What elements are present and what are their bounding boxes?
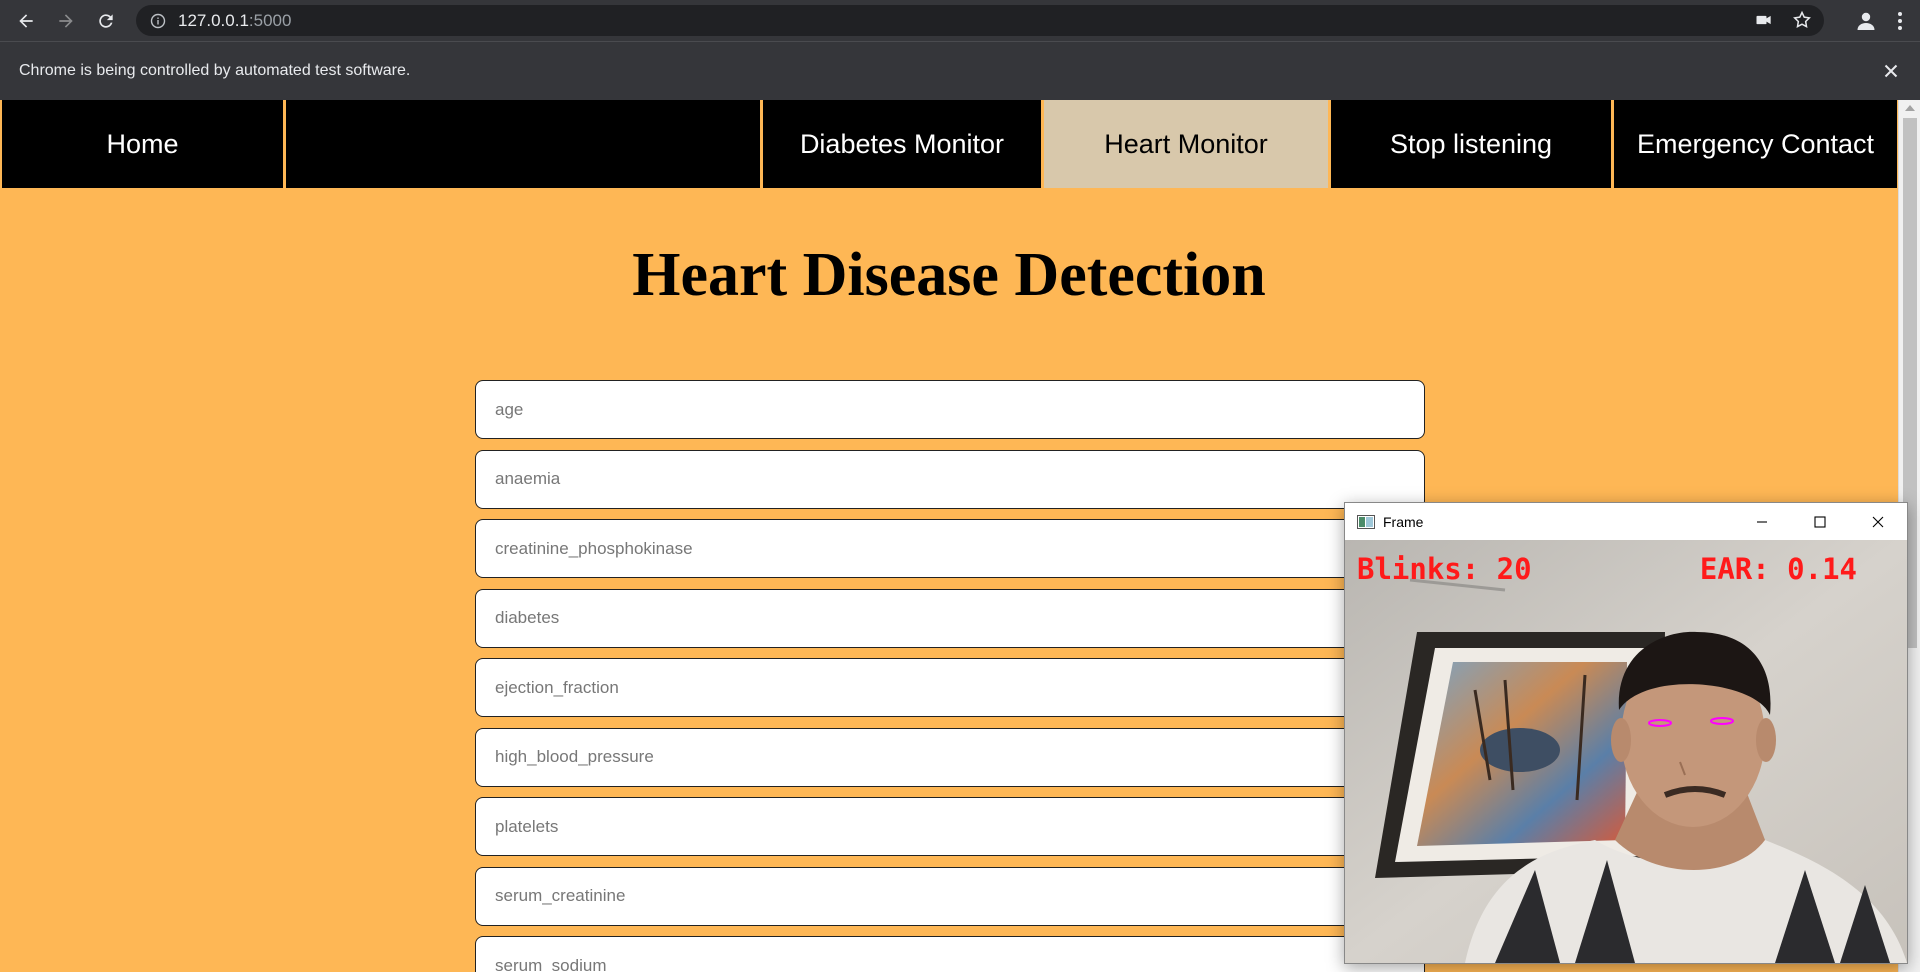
- frame-app-icon: [1357, 514, 1375, 529]
- address-bar[interactable]: 127.0.0.1:5000: [136, 5, 1824, 36]
- diabetes-field[interactable]: [475, 588, 1425, 648]
- frame-window[interactable]: Frame Blinks: 20 EAR: 0.14: [1344, 502, 1908, 964]
- nav-item-label: Stop listening: [1389, 128, 1553, 159]
- url-text: 127.0.0.1:5000: [178, 11, 291, 31]
- menu-dots-icon[interactable]: [1888, 9, 1912, 33]
- platelets-field[interactable]: [475, 797, 1425, 856]
- frame-titlebar[interactable]: Frame: [1345, 503, 1907, 540]
- serum-sodium-field[interactable]: [475, 936, 1425, 972]
- webcam-image: [1345, 540, 1907, 963]
- profile-icon[interactable]: [1854, 9, 1878, 33]
- scroll-up-arrow-icon[interactable]: [1905, 105, 1915, 111]
- nav-item-heart-monitor[interactable]: Heart Monitor: [1042, 100, 1329, 188]
- camera-icon[interactable]: [1754, 10, 1774, 30]
- browser-toolbar: 127.0.0.1:5000: [0, 0, 1920, 41]
- minimize-icon[interactable]: [1733, 503, 1791, 540]
- nav-item-emergency-contact[interactable]: Emergency Contact: [1612, 100, 1898, 188]
- ear-readout: EAR: 0.14: [1699, 552, 1857, 586]
- heart-form: [475, 380, 1425, 972]
- nav-item-stop-listening[interactable]: Stop listening: [1329, 100, 1612, 188]
- nav-item-home[interactable]: Home: [0, 100, 284, 188]
- reload-icon[interactable]: [86, 1, 126, 41]
- automation-infobar: Chrome is being controlled by automated …: [0, 41, 1920, 100]
- forward-icon[interactable]: [46, 1, 86, 41]
- anaemia-field[interactable]: [475, 449, 1425, 509]
- page-title: Heart Disease Detection: [632, 241, 1266, 309]
- window-close-icon[interactable]: [1849, 503, 1907, 540]
- nav-item-blank[interactable]: [284, 100, 761, 188]
- age-field[interactable]: [475, 380, 1425, 439]
- url-port: :5000: [248, 10, 292, 30]
- nav-item-label: Heart Monitor: [1104, 128, 1268, 159]
- url-host: 127.0.0.1: [178, 10, 249, 30]
- nav-item-label: Home: [106, 128, 179, 159]
- nav-item-label: Diabetes Monitor: [799, 128, 1005, 159]
- webcam-feed: Blinks: 20 EAR: 0.14: [1345, 540, 1907, 963]
- bookmark-star-icon[interactable]: [1792, 10, 1812, 30]
- ejection-fraction-field[interactable]: [475, 658, 1425, 717]
- infobar-message: Chrome is being controlled by automated …: [19, 62, 411, 79]
- high-blood-pressure-field[interactable]: [475, 727, 1425, 787]
- back-icon[interactable]: [6, 1, 46, 41]
- blinks-counter: Blinks: 20: [1357, 552, 1532, 586]
- info-icon[interactable]: [150, 13, 166, 29]
- close-icon[interactable]: [1880, 60, 1902, 82]
- top-nav: Home Diabetes Monitor Heart Monitor Stop…: [0, 100, 1898, 188]
- creatinine-phosphokinase-field[interactable]: [475, 519, 1425, 578]
- nav-item-diabetes-monitor[interactable]: Diabetes Monitor: [761, 100, 1042, 188]
- maximize-icon[interactable]: [1791, 503, 1849, 540]
- nav-item-label: Emergency Contact: [1636, 128, 1875, 159]
- serum-creatinine-field[interactable]: [475, 866, 1425, 926]
- frame-title: Frame: [1383, 513, 1424, 530]
